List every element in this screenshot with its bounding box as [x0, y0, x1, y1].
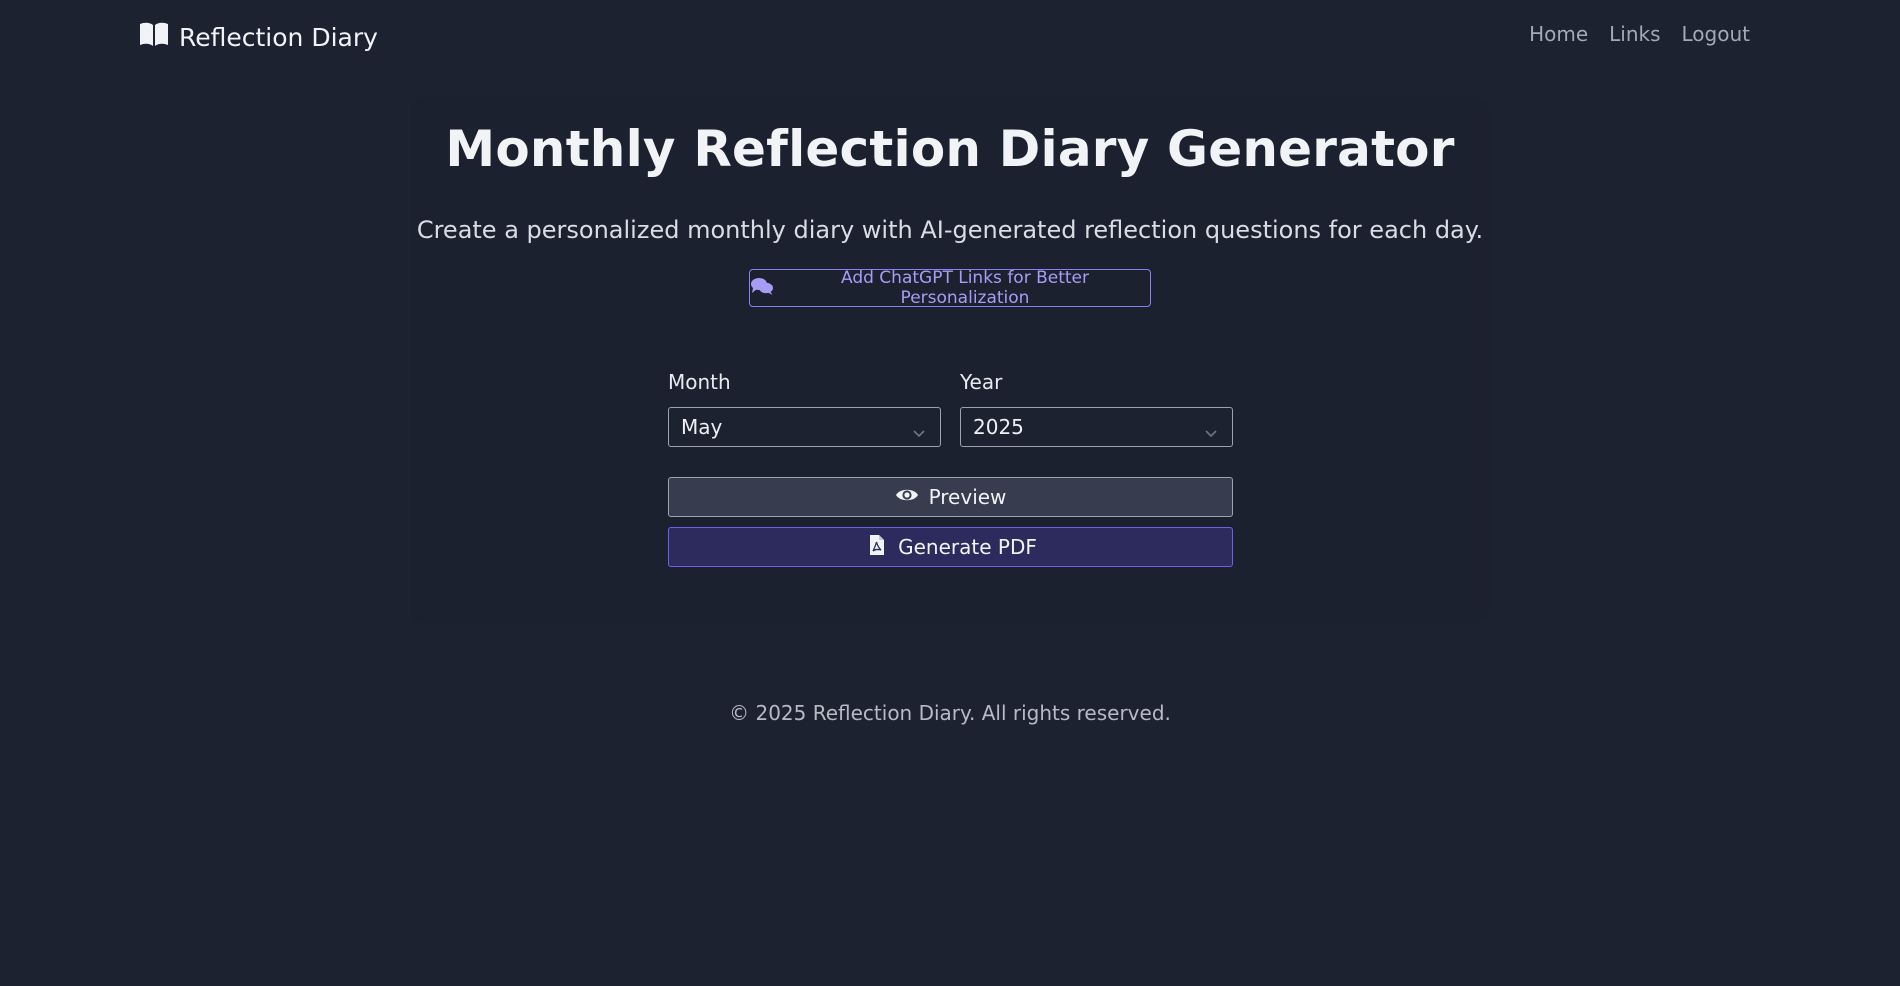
month-select[interactable]: May — [668, 407, 941, 447]
add-chatgpt-links-button[interactable]: Add ChatGPT Links for Better Personaliza… — [749, 268, 1151, 308]
footer-copyright: © 2025 Reflection Diary. All rights rese… — [729, 701, 1171, 725]
preview-button[interactable]: Preview — [668, 477, 1233, 517]
file-pdf-icon — [864, 534, 888, 561]
generate-pdf-label: Generate PDF — [898, 535, 1037, 559]
comments-icon — [750, 276, 774, 301]
year-select[interactable]: 2025 — [960, 407, 1233, 447]
generate-pdf-button[interactable]: Generate PDF — [668, 527, 1233, 567]
page-subtitle: Create a personalized monthly diary with… — [416, 216, 1484, 244]
nav-link-links[interactable]: Links — [1609, 22, 1660, 46]
navbar: Reflection Diary Home Links Logout — [0, 0, 1900, 72]
preview-label: Preview — [928, 485, 1007, 509]
add-chatgpt-links-label: Add ChatGPT Links for Better Personaliza… — [840, 268, 1089, 308]
eye-icon — [895, 484, 919, 511]
month-select-value: May — [681, 415, 723, 439]
chevron-down-icon — [1204, 421, 1218, 438]
open-book-icon — [139, 21, 169, 53]
brand-link[interactable]: Reflection Diary — [139, 20, 378, 54]
nav-link-logout[interactable]: Logout — [1682, 22, 1750, 46]
chevron-down-icon — [912, 421, 926, 438]
nav-links: Home Links Logout — [1529, 22, 1750, 46]
year-label: Year — [960, 370, 1003, 394]
nav-link-home[interactable]: Home — [1529, 22, 1588, 46]
year-select-value: 2025 — [973, 415, 1024, 439]
brand-name: Reflection Diary — [179, 22, 378, 52]
month-label: Month — [668, 370, 731, 394]
page-title: Monthly Reflection Diary Generator — [445, 120, 1455, 178]
